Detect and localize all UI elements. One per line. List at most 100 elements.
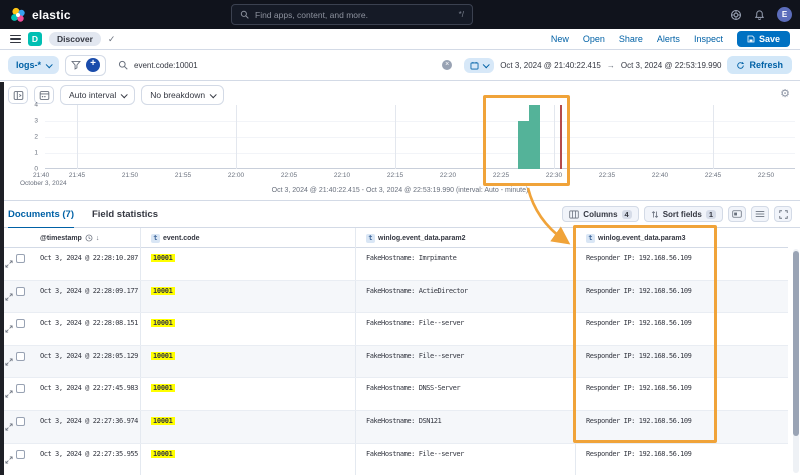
keyword-type-icon: t bbox=[366, 234, 375, 243]
x-axis-tick: 22:10 bbox=[334, 172, 350, 179]
notifications-bell-icon[interactable] bbox=[754, 9, 765, 21]
app-nav-row: D Discover ✓ New Open Share Alerts Inspe… bbox=[0, 29, 800, 50]
top-nav-actions: New Open Share Alerts Inspect Save bbox=[551, 31, 790, 47]
tab-documents[interactable]: Documents (7) bbox=[8, 201, 74, 228]
row-checkbox[interactable] bbox=[16, 319, 25, 328]
y-axis-tick: 4 bbox=[8, 102, 38, 109]
breadcrumb[interactable]: Discover bbox=[49, 32, 101, 46]
date-range-start[interactable]: Oct 3, 2024 @ 21:40:22.415 bbox=[500, 61, 601, 70]
date-picker-button[interactable] bbox=[464, 58, 494, 73]
grid-header: @timestamp↓tevent.codetwinlog.event_data… bbox=[0, 228, 788, 248]
x-axis-tick: 22:20 bbox=[440, 172, 456, 179]
cell-param3: Responder IP: 192.168.56.109 bbox=[575, 313, 788, 345]
histogram-section: Auto interval No breakdown ⚙ 01234 21:45… bbox=[0, 81, 800, 200]
columns-count-badge: 4 bbox=[622, 210, 632, 219]
row-checkbox[interactable] bbox=[16, 287, 25, 296]
histogram-plot[interactable] bbox=[45, 105, 795, 169]
expand-document-icon[interactable] bbox=[5, 353, 13, 371]
date-range-end[interactable]: Oct 3, 2024 @ 22:53:19.990 bbox=[621, 61, 722, 70]
global-header: elastic Find apps, content, and more. */… bbox=[0, 0, 800, 29]
nav-link-alerts[interactable]: Alerts bbox=[657, 34, 680, 44]
tab-field-statistics[interactable]: Field statistics bbox=[92, 201, 158, 228]
fullscreen-button[interactable] bbox=[774, 206, 792, 222]
results-section: Documents (7) Field statistics Columns 4… bbox=[0, 200, 800, 475]
sort-desc-icon[interactable]: ↓ bbox=[96, 235, 100, 242]
x-axis-tick: 22:45 bbox=[705, 172, 721, 179]
user-avatar[interactable]: E bbox=[777, 7, 792, 22]
display-options-button[interactable] bbox=[728, 206, 746, 222]
column-header-winlog.event_data.param2[interactable]: twinlog.event_data.param2 bbox=[355, 228, 575, 248]
menu-icon[interactable] bbox=[10, 35, 21, 44]
query-input[interactable]: event.code:10001 × bbox=[112, 54, 458, 76]
nav-link-share[interactable]: Share bbox=[619, 34, 643, 44]
fullscreen-icon bbox=[779, 210, 788, 219]
search-icon bbox=[118, 60, 128, 70]
row-checkbox[interactable] bbox=[16, 450, 25, 459]
cell-param2: FakeHostname: File--server bbox=[355, 346, 575, 378]
save-button[interactable]: Save bbox=[737, 31, 790, 47]
row-checkbox[interactable] bbox=[16, 254, 25, 263]
chart-selection-highlight bbox=[483, 95, 570, 186]
columns-button[interactable]: Columns 4 bbox=[562, 206, 638, 222]
expand-document-icon[interactable] bbox=[5, 418, 13, 436]
row-checkbox[interactable] bbox=[16, 352, 25, 361]
keyword-type-icon: t bbox=[586, 234, 595, 243]
cell-code: 10001 bbox=[140, 444, 355, 475]
results-tab-bar: Documents (7) Field statistics Columns 4… bbox=[0, 201, 800, 228]
clear-query-icon[interactable]: × bbox=[442, 60, 452, 70]
x-axis-tick: 22:15 bbox=[387, 172, 403, 179]
cell-code: 10001 bbox=[140, 313, 355, 345]
grid-body: Oct 3, 2024 @ 22:28:10.20710001FakeHostn… bbox=[0, 248, 788, 475]
cell-param3: Responder IP: 192.168.56.109 bbox=[575, 378, 788, 410]
nav-link-open[interactable]: Open bbox=[583, 34, 605, 44]
column-header-winlog.event_data.param3[interactable]: twinlog.event_data.param3 bbox=[575, 228, 788, 248]
refresh-button[interactable]: Refresh bbox=[727, 56, 792, 74]
elastic-logo[interactable] bbox=[10, 7, 26, 23]
help-icon[interactable] bbox=[730, 9, 742, 21]
nav-link-new[interactable]: New bbox=[551, 34, 569, 44]
chart-caption: Oct 3, 2024 @ 21:40:22.415 - Oct 3, 2024… bbox=[0, 187, 800, 194]
row-checkbox[interactable] bbox=[16, 384, 25, 393]
data-view-picker[interactable]: logs-* bbox=[8, 56, 59, 74]
chart-settings-gear-icon[interactable]: ⚙ bbox=[780, 87, 790, 100]
cell-code: 10001 bbox=[140, 378, 355, 410]
y-gridline bbox=[45, 137, 795, 138]
event-code-highlight: 10001 bbox=[151, 417, 175, 425]
chevron-down-icon bbox=[121, 91, 128, 98]
cell-timestamp: Oct 3, 2024 @ 22:27:45.983 bbox=[30, 378, 140, 410]
x-gridline bbox=[395, 105, 396, 169]
interval-dropdown[interactable]: Auto interval bbox=[60, 85, 135, 105]
expand-document-icon[interactable] bbox=[5, 385, 13, 403]
global-search-input[interactable]: Find apps, content, and more. */ bbox=[231, 4, 473, 25]
cell-timestamp: Oct 3, 2024 @ 22:28:09.177 bbox=[30, 281, 140, 313]
query-bar: logs-* + event.code:10001 × Oct 3, 2024 … bbox=[0, 50, 800, 81]
table-row: Oct 3, 2024 @ 22:28:10.20710001FakeHostn… bbox=[0, 248, 788, 281]
row-checkbox[interactable] bbox=[16, 417, 25, 426]
x-gridline bbox=[77, 105, 78, 169]
nav-link-inspect[interactable]: Inspect bbox=[694, 34, 723, 44]
breakdown-dropdown[interactable]: No breakdown bbox=[141, 85, 224, 105]
expand-document-icon[interactable] bbox=[5, 451, 13, 469]
event-code-highlight: 10001 bbox=[151, 319, 175, 327]
sort-fields-button[interactable]: Sort fields 1 bbox=[644, 206, 723, 222]
row-height-button[interactable] bbox=[751, 206, 769, 222]
x-axis-tick: 21:45 bbox=[69, 172, 85, 179]
global-search-placeholder: Find apps, content, and more. bbox=[255, 10, 453, 20]
table-row: Oct 3, 2024 @ 22:28:08.15110001FakeHostn… bbox=[0, 313, 788, 346]
vertical-scrollbar[interactable] bbox=[793, 249, 799, 473]
column-header-@timestamp[interactable]: @timestamp↓ bbox=[30, 228, 140, 248]
table-row: Oct 3, 2024 @ 22:28:09.17710001FakeHostn… bbox=[0, 281, 788, 314]
expand-document-icon[interactable] bbox=[5, 320, 13, 338]
search-shortcut-hint: */ bbox=[459, 10, 464, 19]
add-filter-button[interactable]: + bbox=[86, 58, 100, 72]
filter-funnel-icon[interactable] bbox=[71, 60, 81, 70]
cell-param3: Responder IP: 192.168.56.109 bbox=[575, 411, 788, 443]
date-type-clock-icon bbox=[85, 234, 93, 242]
column-header-event.code[interactable]: tevent.code bbox=[140, 228, 355, 248]
calendar-icon bbox=[470, 61, 479, 70]
cell-param2: FakeHostname: DSN121 bbox=[355, 411, 575, 443]
expand-document-icon[interactable] bbox=[5, 288, 13, 306]
expand-document-icon[interactable] bbox=[5, 255, 13, 273]
filter-controls: + bbox=[65, 55, 106, 76]
x-axis-tick: 22:00 bbox=[228, 172, 244, 179]
